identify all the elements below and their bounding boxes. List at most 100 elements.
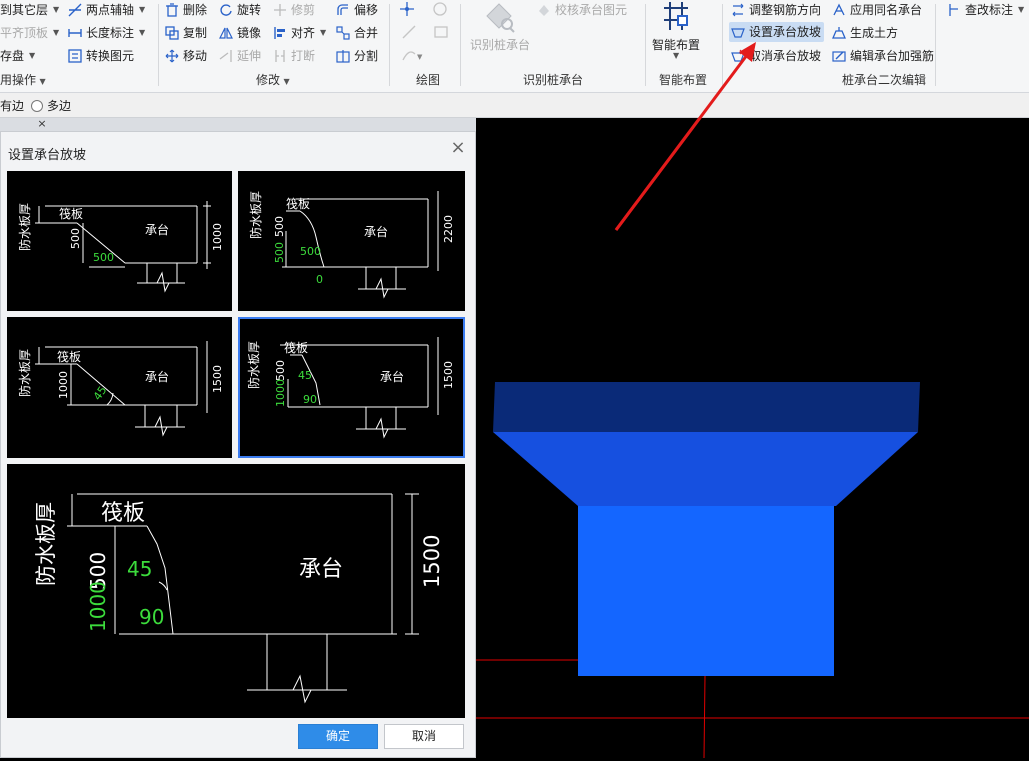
dim-total: 1000: [211, 223, 224, 251]
move-button[interactable]: 移动: [165, 47, 207, 64]
close-icon[interactable]: ×: [35, 118, 49, 131]
adjust-rebar-direction-button[interactable]: 调整钢筋方向: [731, 1, 821, 18]
identify-pile-cap-button[interactable]: 识别桩承台: [470, 36, 530, 53]
copy-button[interactable]: 复制: [165, 24, 207, 41]
chevron-down-icon[interactable]: ▼: [139, 28, 145, 37]
option-edge[interactable]: 有边: [0, 97, 24, 114]
radio-icon[interactable]: [31, 99, 43, 112]
chevron-down-icon[interactable]: ▼: [1018, 5, 1024, 14]
waterproof-label: 防水板厚: [17, 203, 32, 251]
dim-green: 1000: [86, 581, 110, 632]
slope-diagram-2: 筏板 承台 防水板厚 500 500 500 0 2200: [248, 191, 455, 299]
slope-option-3[interactable]: 筏板 承台 防水板厚 1000 45 1500: [7, 317, 232, 458]
trim-icon: [273, 3, 287, 17]
separator: [158, 4, 159, 86]
two-point-axis-label: 两点辅轴: [86, 3, 135, 17]
earthwork-label: 生成土方: [850, 26, 899, 40]
length-dimension-label: 长度标注: [86, 26, 135, 40]
copy-label: 复制: [183, 26, 208, 40]
group-label-pile-edit: 桩承台二次编辑: [842, 73, 927, 87]
check-mark-button[interactable]: 查改标注 ▼: [947, 1, 1024, 18]
slope-diagram-3: 筏板 承台 防水板厚 1000 45 1500: [17, 341, 224, 437]
trim-button[interactable]: 修剪: [273, 1, 315, 18]
mirror-label: 镜像: [237, 26, 262, 40]
dim-green-vertical: 500: [273, 242, 286, 263]
waterproof-label: 防水板厚: [246, 341, 261, 389]
offset-label: 偏移: [354, 3, 379, 17]
chevron-down-icon[interactable]: ▼: [320, 28, 326, 37]
ok-button[interactable]: 确定: [298, 724, 378, 749]
identify-pile-cap-icon: [483, 2, 517, 37]
chevron-down-icon[interactable]: ▼: [281, 77, 290, 86]
generate-earthwork-button[interactable]: 生成土方: [832, 24, 898, 41]
group-label-common-ops: 用操作 ▼: [0, 73, 46, 87]
check-pile-cap-button[interactable]: 校核承台图元: [537, 1, 627, 18]
save-label: 存盘: [0, 49, 25, 63]
chevron-down-icon[interactable]: ▼: [29, 51, 35, 60]
align-top-slab-label: 平齐顶板: [0, 26, 49, 40]
length-dimension-button[interactable]: 长度标注 ▼: [68, 24, 145, 41]
group-label-identify: 识别桩承台: [523, 73, 584, 87]
arc-icon[interactable]: ▼: [401, 46, 423, 65]
apply-same-name-cap-button[interactable]: 应用同名承台: [832, 1, 922, 18]
cap-label: 承台: [380, 369, 404, 384]
two-point-axis-button[interactable]: 两点辅轴 ▼: [68, 1, 145, 18]
annotation-arrow-overlay: [614, 42, 756, 231]
move-icon: [165, 49, 179, 63]
move-label: 移动: [183, 49, 208, 63]
save-button[interactable]: 存盘 ▼: [0, 47, 35, 64]
split-button[interactable]: 分割: [336, 47, 378, 64]
dim-vertical: 1000: [57, 371, 70, 399]
slope-option-1[interactable]: 筏板 承台 防水板厚 500 500 1000: [7, 171, 232, 311]
separator: [935, 4, 936, 86]
convert-element-label: 转换图元: [86, 49, 135, 63]
dim-total: 2200: [442, 215, 455, 243]
line-icon[interactable]: [401, 24, 417, 43]
slope-preview: 筏板 承台 防水板厚 500 1000 45 90 1500: [7, 464, 465, 718]
rotate-button[interactable]: 旋转: [219, 1, 261, 18]
chevron-down-icon[interactable]: ▼: [139, 5, 145, 14]
convert-element-button[interactable]: 转换图元: [68, 47, 134, 64]
raft-label: 筏板: [101, 501, 145, 526]
chevron-down-icon[interactable]: ▼: [53, 28, 59, 37]
option-edge-label: 有边: [0, 99, 25, 113]
offset-icon: [336, 3, 350, 17]
svg-text:▼: ▼: [417, 53, 423, 61]
option-polygon[interactable]: 多边: [31, 97, 71, 114]
close-icon[interactable]: ×: [449, 139, 467, 157]
dim-upper: 500: [273, 216, 286, 237]
slope-angle: 45: [91, 384, 110, 403]
dim-upper: 500: [274, 360, 287, 381]
dim-green-horizontal: 500: [300, 245, 321, 258]
ribbon-toolbar: 到其它层 ▼ 平齐顶板 ▼ 存盘 ▼ 用操作 ▼ 两点辅轴 ▼ 长度标注 ▼ 转换图元 删…: [0, 0, 1029, 93]
offset-button[interactable]: 偏移: [336, 1, 378, 18]
point-icon[interactable]: [399, 1, 415, 20]
slope-option-4-selected[interactable]: 筏板 承台 防水板厚 500 1000 45 90 1500: [238, 317, 465, 458]
cap-label: 承台: [364, 224, 388, 239]
adjust-rebar-icon: [731, 3, 745, 17]
edit-cap-reinforcement-button[interactable]: 编辑承台加强筋: [832, 47, 934, 64]
mirror-button[interactable]: 镜像: [219, 24, 261, 41]
apply-same-icon: [832, 3, 846, 17]
chevron-down-icon[interactable]: ▼: [53, 5, 59, 14]
extend-button[interactable]: 延伸: [219, 47, 261, 64]
slope-option-2[interactable]: 筏板 承台 防水板厚 500 500 500 0 2200: [238, 171, 465, 311]
copy-to-other-floor-button[interactable]: 到其它层 ▼: [0, 1, 59, 18]
copy-icon: [165, 25, 179, 40]
rectangle-icon[interactable]: [433, 24, 449, 43]
check-pile-cap-label: 校核承台图元: [555, 3, 628, 17]
cancel-button[interactable]: 取消: [384, 724, 464, 749]
align-top-slab-button[interactable]: 平齐顶板 ▼: [0, 24, 59, 41]
align-button[interactable]: 对齐 ▼: [273, 24, 326, 41]
delete-button[interactable]: 删除: [165, 1, 207, 18]
break-button[interactable]: 打断: [273, 47, 315, 64]
angle-2: 90: [139, 605, 164, 629]
two-point-axis-icon: [68, 3, 82, 17]
merge-button[interactable]: 合并: [336, 24, 378, 41]
circle-icon[interactable]: [432, 1, 448, 20]
chevron-down-icon[interactable]: ▼: [37, 77, 46, 86]
dim-zero: 0: [316, 273, 323, 286]
split-label: 分割: [354, 49, 379, 63]
extend-label: 延伸: [237, 49, 262, 63]
dim-total: 1500: [211, 365, 224, 393]
